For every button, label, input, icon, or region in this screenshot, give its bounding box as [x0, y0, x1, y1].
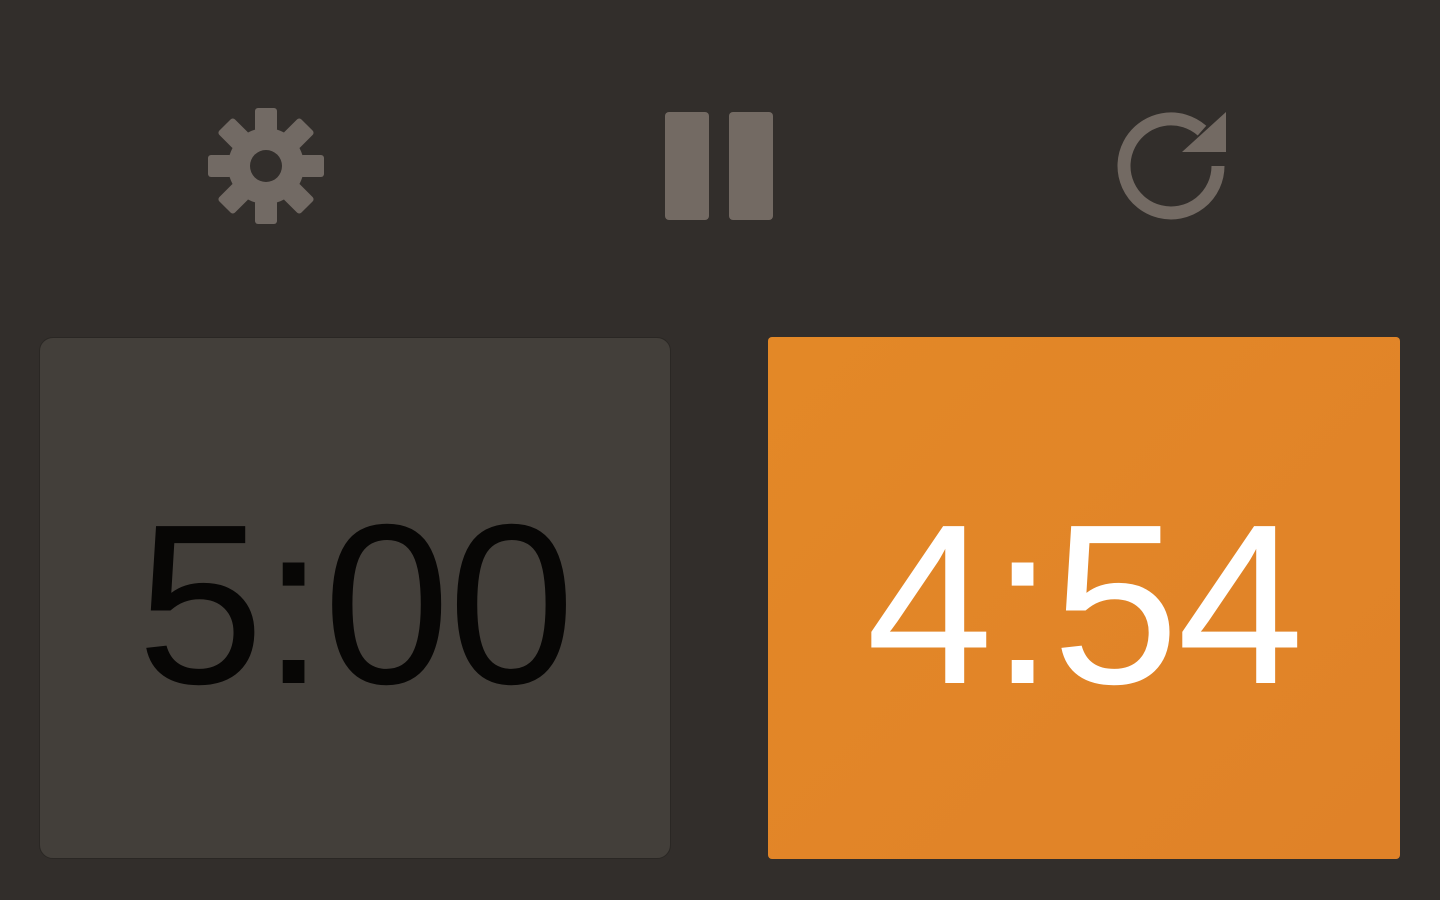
pause-icon [657, 104, 781, 228]
reset-button[interactable] [1112, 104, 1236, 228]
player-two-time: 4:54 [866, 478, 1304, 732]
chess-clock-app: 5:00 4:54 [0, 0, 1440, 900]
player-two-clock[interactable]: 4:54 [768, 337, 1400, 859]
pause-button[interactable] [657, 104, 781, 228]
player-one-time: 5:00 [137, 478, 575, 732]
settings-button[interactable] [204, 104, 328, 228]
reset-icon [1112, 104, 1236, 228]
player-one-clock[interactable]: 5:00 [39, 337, 671, 859]
toolbar [0, 0, 1440, 330]
gear-icon [206, 106, 326, 226]
